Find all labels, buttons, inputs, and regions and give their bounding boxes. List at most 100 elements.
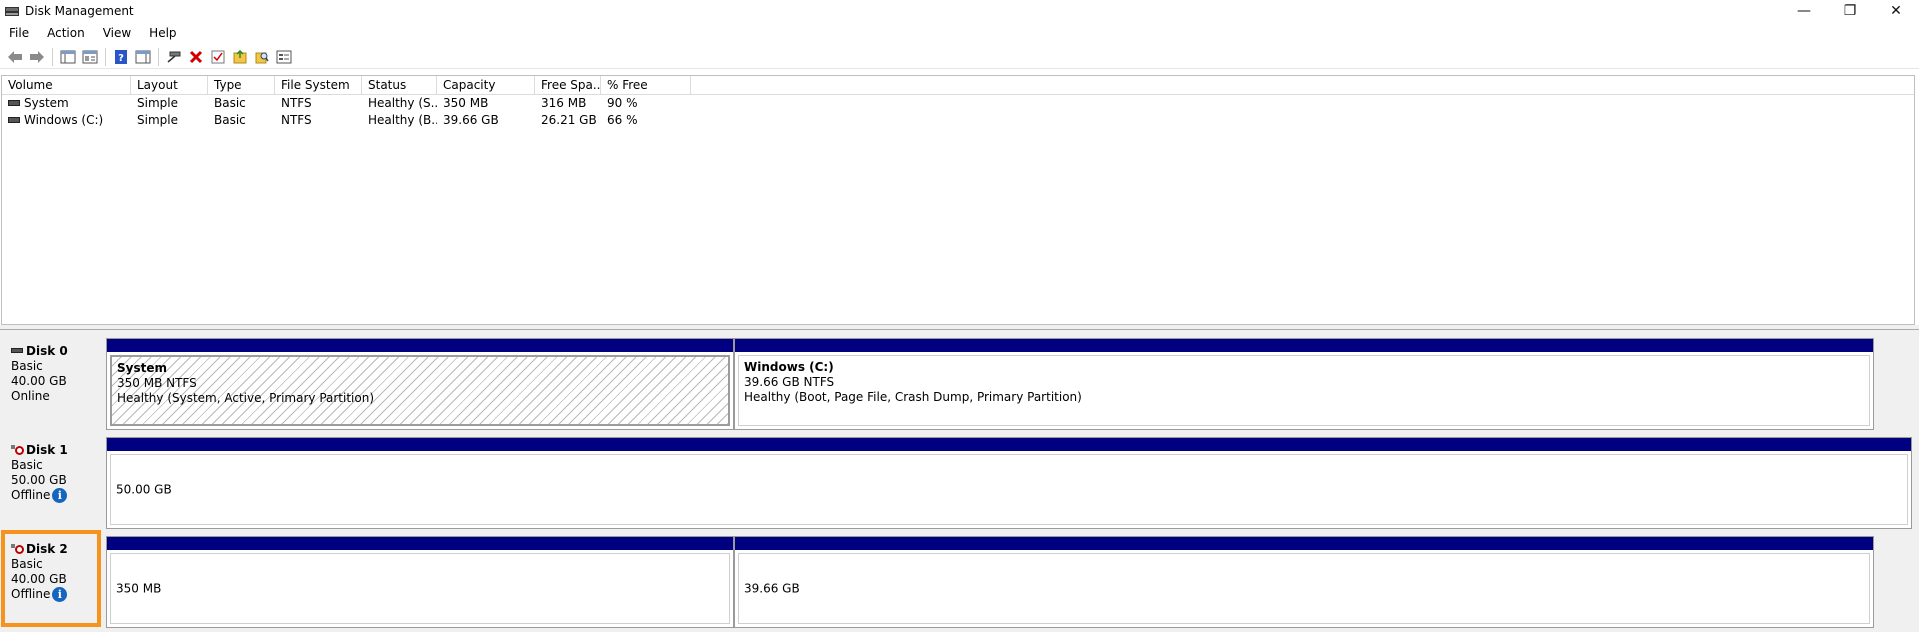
cell-volume: Windows (C:) bbox=[2, 112, 131, 129]
cell-percent-free: 90 % bbox=[607, 96, 638, 110]
delete-icon[interactable] bbox=[185, 46, 207, 68]
cell-capacity: 350 MB bbox=[443, 96, 489, 110]
disk-2-label[interactable]: Disk 2 Basic 40.00 GB Offline i bbox=[4, 536, 104, 628]
console-tree-icon[interactable] bbox=[57, 46, 79, 68]
partition-health: Healthy (Boot, Page File, Crash Dump, Pr… bbox=[744, 390, 1082, 404]
menu-view[interactable]: View bbox=[94, 23, 140, 43]
cell-file-system: NTFS bbox=[281, 96, 312, 110]
partition-disk-2-first[interactable]: 350 MB bbox=[106, 536, 734, 628]
disk-status: Offline bbox=[11, 587, 51, 601]
show-hide-icon[interactable] bbox=[132, 46, 154, 68]
volume-icon bbox=[8, 99, 20, 106]
connect-icon[interactable] bbox=[163, 46, 185, 68]
disk-size: 50.00 GB bbox=[11, 473, 67, 487]
window-title: Disk Management bbox=[25, 4, 134, 18]
column-header-status[interactable]: Status bbox=[362, 76, 437, 95]
menu-action[interactable]: Action bbox=[38, 23, 94, 43]
partition-health: Healthy (System, Active, Primary Partiti… bbox=[117, 391, 375, 405]
partition-system[interactable]: System 350 MB NTFS Healthy (System, Acti… bbox=[106, 338, 734, 430]
view-icon[interactable] bbox=[273, 46, 295, 68]
disk-online-icon bbox=[11, 348, 23, 353]
check-icon[interactable] bbox=[207, 46, 229, 68]
cell-file-system: NTFS bbox=[281, 113, 312, 127]
cell-layout: Simple bbox=[137, 113, 178, 127]
cell-status: Healthy (S... bbox=[368, 96, 437, 110]
table-row[interactable]: Windows (C:) Simple Basic NTFS Healthy (… bbox=[2, 112, 1914, 129]
disk-type: Basic bbox=[11, 557, 43, 571]
back-icon[interactable] bbox=[4, 46, 26, 68]
column-header-percent-free[interactable]: % Free bbox=[601, 76, 691, 95]
column-header-layout[interactable]: Layout bbox=[131, 76, 208, 95]
column-header-file-system[interactable]: File System bbox=[275, 76, 362, 95]
partition-body: 350 MB bbox=[110, 553, 730, 624]
partition-fs: 39.66 GB NTFS bbox=[744, 375, 835, 389]
partition-size: 39.66 GB bbox=[744, 581, 800, 595]
disk-size: 40.00 GB bbox=[11, 572, 67, 586]
window-controls: — ❐ ✕ bbox=[1781, 0, 1919, 22]
volume-list[interactable]: Volume Layout Type File System Status Ca… bbox=[1, 75, 1915, 325]
partition-bar bbox=[735, 339, 1873, 352]
partition-body: System 350 MB NTFS Healthy (System, Acti… bbox=[110, 355, 730, 426]
column-header-capacity[interactable]: Capacity bbox=[437, 76, 535, 95]
volume-list-header: Volume Layout Type File System Status Ca… bbox=[2, 76, 1914, 95]
cell-percent-free: 66 % bbox=[607, 113, 638, 127]
disk-status: Online bbox=[11, 389, 50, 403]
disk-management-icon bbox=[5, 5, 19, 17]
cell-type: Basic bbox=[214, 113, 246, 127]
disk-type: Basic bbox=[11, 458, 43, 472]
info-icon[interactable]: i bbox=[52, 587, 68, 602]
cell-layout: Simple bbox=[137, 96, 178, 110]
partition-body: 39.66 GB bbox=[738, 553, 1870, 624]
partition-size: 50.00 GB bbox=[116, 482, 172, 496]
restore-button[interactable]: ❐ bbox=[1827, 0, 1873, 22]
toolbar-separator bbox=[105, 47, 106, 66]
info-icon[interactable]: i bbox=[52, 488, 68, 503]
partition-body: 50.00 GB bbox=[110, 454, 1908, 525]
cell-free-space: 316 MB bbox=[541, 96, 587, 110]
close-button[interactable]: ✕ bbox=[1873, 0, 1919, 22]
disk-1-label[interactable]: Disk 1 Basic 50.00 GB Offline i bbox=[4, 437, 104, 529]
partition-name: System bbox=[117, 361, 167, 375]
properties-icon[interactable] bbox=[79, 46, 101, 68]
partition-name: Windows (C:) bbox=[744, 360, 834, 374]
column-header-type[interactable]: Type bbox=[208, 76, 275, 95]
column-header-volume[interactable]: Volume bbox=[2, 76, 131, 95]
forward-icon[interactable] bbox=[26, 46, 48, 68]
partition-body: Windows (C:) 39.66 GB NTFS Healthy (Boot… bbox=[738, 355, 1870, 426]
toolbar-separator bbox=[52, 47, 53, 66]
partition-windows-c[interactable]: Windows (C:) 39.66 GB NTFS Healthy (Boot… bbox=[734, 338, 1874, 430]
toolbar: ? bbox=[0, 45, 1919, 69]
find-icon[interactable] bbox=[251, 46, 273, 68]
partition-unallocated-disk-1[interactable]: 50.00 GB bbox=[106, 437, 1912, 529]
partition-fs: 350 MB NTFS bbox=[117, 376, 197, 390]
partition-size: 350 MB bbox=[116, 581, 162, 595]
column-header-free-space[interactable]: Free Spa... bbox=[535, 76, 601, 95]
cell-volume: System bbox=[2, 95, 131, 112]
partition-bar bbox=[735, 537, 1873, 550]
partition-bar bbox=[107, 537, 733, 550]
menu-bar: File Action View Help bbox=[0, 23, 1919, 43]
partition-disk-2-second[interactable]: 39.66 GB bbox=[734, 536, 1874, 628]
volume-name: Windows (C:) bbox=[24, 113, 104, 127]
partition-bar bbox=[107, 438, 1911, 451]
minimize-button[interactable]: — bbox=[1781, 0, 1827, 22]
disk-type: Basic bbox=[11, 359, 43, 373]
cell-free-space: 26.21 GB bbox=[541, 113, 597, 127]
disk-offline-icon bbox=[11, 444, 24, 455]
disk-0-label[interactable]: Disk 0 Basic 40.00 GB Online bbox=[4, 338, 104, 430]
disk-offline-icon bbox=[11, 543, 24, 554]
toolbar-separator bbox=[158, 47, 159, 66]
disk-status: Offline bbox=[11, 488, 51, 502]
new-folder-icon[interactable] bbox=[229, 46, 251, 68]
menu-file[interactable]: File bbox=[0, 23, 38, 43]
table-row[interactable]: System Simple Basic NTFS Healthy (S... 3… bbox=[2, 95, 1914, 112]
disk-name: Disk 1 bbox=[26, 443, 68, 457]
cell-capacity: 39.66 GB bbox=[443, 113, 499, 127]
disk-size: 40.00 GB bbox=[11, 374, 67, 388]
menu-help[interactable]: Help bbox=[140, 23, 185, 43]
cell-type: Basic bbox=[214, 96, 246, 110]
disk-name: Disk 0 bbox=[26, 344, 68, 358]
cell-status: Healthy (B... bbox=[368, 113, 437, 127]
svg-text:?: ? bbox=[118, 53, 124, 64]
help-icon[interactable]: ? bbox=[110, 46, 132, 68]
